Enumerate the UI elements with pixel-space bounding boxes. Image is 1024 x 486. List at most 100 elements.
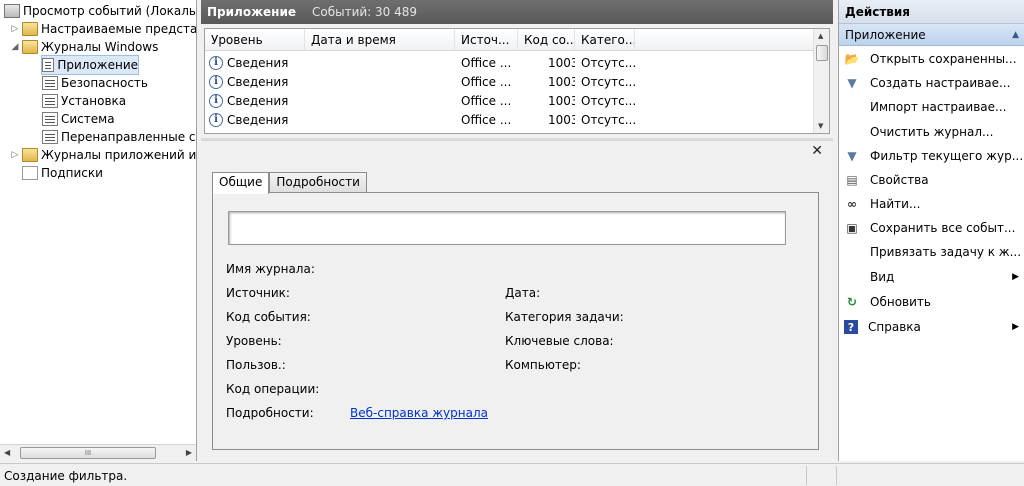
tree-item-label: Безопасность [61,76,148,90]
action-properties[interactable]: ▤ Свойства [839,169,1024,191]
subscriptions-icon [22,166,38,180]
close-icon[interactable]: ✕ [811,143,823,159]
folder-icon [22,22,38,36]
collapse-icon[interactable]: ▲ [1012,24,1019,46]
pane-splitter[interactable] [201,138,833,141]
tree-item-label: Журналы Windows [41,40,159,54]
tree-item-security[interactable]: Безопасность [42,74,148,92]
field-level: Уровень: [226,334,282,348]
help-icon: ? [844,320,858,334]
actions-pane: Действия Приложение ▲ 📂 Открыть сохранен… [838,0,1024,461]
tree-item-application[interactable]: Приложение [41,55,139,75]
log-icon [42,58,55,72]
online-help-link[interactable]: Веб-справка журнала [350,406,488,420]
actions-title: Действия [839,0,1024,24]
tree-item-setup[interactable]: Установка [42,92,126,110]
action-clear-log[interactable]: Очистить журнал... [839,121,1024,143]
code-cell: 1003 [548,93,575,108]
action-label: Очистить журнал... [870,125,994,139]
action-label: Вид [870,270,895,284]
column-category[interactable]: Катего... [575,29,635,51]
source-cell: Office ... [461,112,512,127]
level-text: Сведения [227,74,289,89]
action-filter-current-log[interactable]: ▼ Фильтр текущего жур... [839,145,1024,167]
action-import-custom-view[interactable]: Импорт настраивае... [839,96,1024,118]
log-icon [42,112,58,126]
section-label: Приложение [845,28,926,42]
scroll-left-icon[interactable]: ◀ [4,448,10,457]
level-cell: i Сведения [205,74,305,89]
source-cell: Office ... [461,93,512,108]
info-icon: i [209,93,223,108]
scroll-down-icon[interactable]: ▼ [818,122,823,130]
tree-item-label: Журналы приложений и сл [41,148,197,162]
info-icon: i [209,74,223,89]
log-icon [42,76,58,90]
column-date[interactable]: Дата и время [305,29,455,51]
level-cell: i Сведения [205,112,305,127]
tree-horizontal-scrollbar[interactable]: ◀ III ▶ [0,444,196,461]
table-row[interactable]: i Сведения Office ... 1003 Отсутс... [205,53,635,72]
action-create-custom-view[interactable]: ▼ Создать настраивае... [839,72,1024,94]
center-header: Приложение Событий: 30 489 [201,0,833,24]
center-pane: Приложение Событий: 30 489 Уровень Дата … [201,0,833,461]
action-label: Открыть сохраненны... [870,52,1017,66]
code-cell: 1003 [548,112,575,127]
tree-item-windows-logs[interactable]: ◢ Журналы Windows [10,38,158,56]
expand-icon[interactable]: ▷ [10,146,20,164]
tab-general[interactable]: Общие [212,172,270,194]
tree-item-label: Перенаправленные собы [61,130,196,144]
action-find[interactable]: ∞ Найти... [839,193,1024,215]
tree-item-system[interactable]: Система [42,110,115,128]
tree-item-custom-views[interactable]: ▷ Настраиваемые представле [10,20,196,38]
tree-item-forwarded-events[interactable]: Перенаправленные собы [42,128,196,146]
field-opcode: Код операции: [226,382,320,396]
blank-icon [844,269,860,285]
status-bar: Создание фильтра. [0,463,1024,486]
event-count: Событий: 30 489 [312,5,418,19]
binoculars-icon: ∞ [847,197,857,211]
table-row[interactable]: i Сведения Office ... 1003 Отсутс... [205,110,635,129]
refresh-icon: ↻ [846,295,858,309]
field-task-category: Категория задачи: [505,310,624,324]
scroll-up-icon[interactable]: ▲ [818,32,823,40]
collapse-icon[interactable]: ◢ [10,38,20,56]
column-event-code[interactable]: Код со... [518,29,575,51]
table-row[interactable]: i Сведения Office ... 1003 Отсутс... [205,72,635,91]
action-label: Создать настраивае... [870,76,1011,90]
status-divider [836,466,837,485]
action-refresh[interactable]: ↻ Обновить [839,291,1024,313]
event-description-box[interactable] [228,211,786,245]
tree-item-app-service-logs[interactable]: ▷ Журналы приложений и сл [10,146,197,164]
category-cell: Отсутс... [581,74,635,89]
blank-icon [844,124,860,140]
action-save-all-events[interactable]: ▣ Сохранить все событ... [839,217,1024,239]
source-cell: Office ... [461,55,512,70]
field-user: Пользов.: [226,358,286,372]
action-label: Обновить [870,295,931,309]
scrollbar-thumb[interactable]: III [20,447,156,459]
tree-item-root[interactable]: Просмотр событий (Локальны [4,2,196,20]
field-date: Дата: [505,286,541,300]
category-cell: Отсутс... [581,93,635,108]
scrollbar-thumb[interactable] [816,45,828,61]
filter-create-icon: ▼ [847,76,857,90]
column-source[interactable]: Источ... [455,29,518,51]
expand-icon[interactable]: ▷ [10,20,20,38]
scroll-right-icon[interactable]: ▶ [186,448,192,457]
tab-details[interactable]: Подробности [269,172,367,193]
field-log-name: Имя журнала: [226,262,315,276]
actions-section-header[interactable]: Приложение ▲ [839,24,1024,46]
column-level[interactable]: Уровень [205,29,305,51]
open-folder-icon: 📂 [844,52,860,66]
table-row[interactable]: i Сведения Office ... 1003 Отсутс... [205,91,635,110]
action-attach-task[interactable]: Привязать задачу к ж... [839,241,1024,263]
tree-item-subscriptions[interactable]: Подписки [22,164,103,182]
category-cell: Отсутс... [581,112,635,127]
level-text: Сведения [227,55,289,70]
action-help[interactable]: ? Справка ▶ [839,316,1024,338]
action-label: Привязать задачу к ж... [870,245,1022,259]
action-view[interactable]: Вид ▶ [839,266,1024,288]
action-open-saved-log[interactable]: 📂 Открыть сохраненны... [839,48,1024,70]
grid-vertical-scrollbar[interactable]: ▲ ▼ [813,29,829,133]
